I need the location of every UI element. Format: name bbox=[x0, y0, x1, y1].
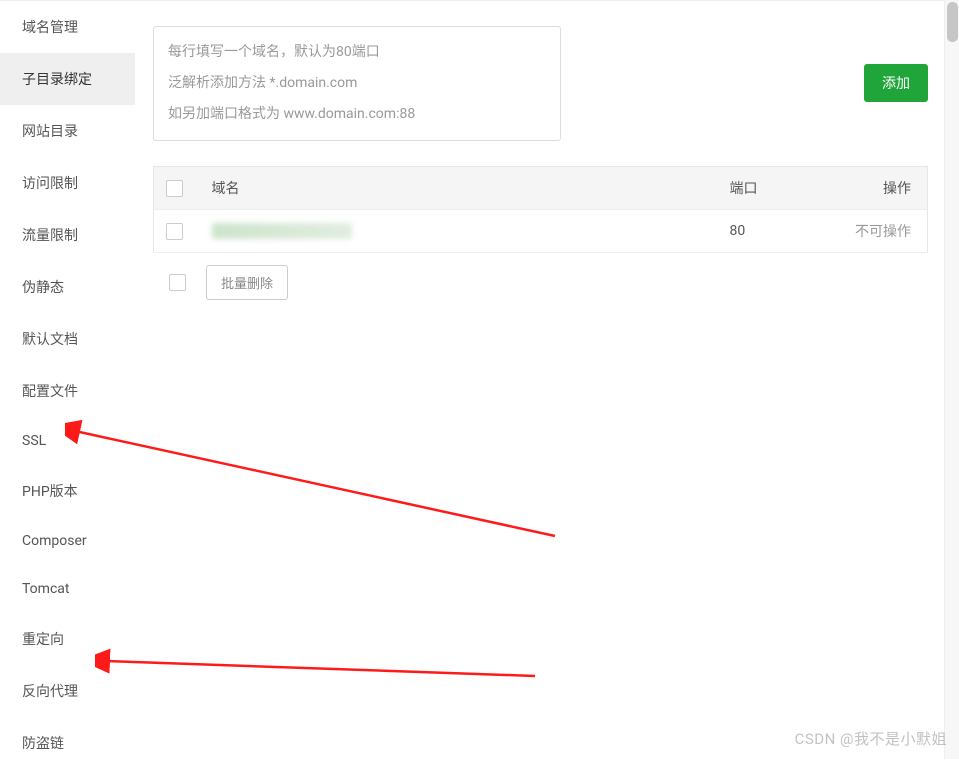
sidebar-item-composer[interactable]: Composer bbox=[0, 517, 135, 565]
domain-input[interactable] bbox=[153, 26, 561, 141]
domain-table: 域名 端口 操作 80 不可操作 bbox=[153, 166, 928, 253]
sidebar-item-anti-leech[interactable]: 防盗链 bbox=[0, 717, 135, 769]
table-row: 80 不可操作 bbox=[154, 210, 928, 253]
sidebar-item-subdir-bind[interactable]: 子目录绑定 bbox=[0, 53, 135, 105]
sidebar-item-label: 配置文件 bbox=[22, 384, 78, 400]
sidebar-item-access-limit[interactable]: 访问限制 bbox=[0, 157, 135, 209]
sidebar-item-pseudo-static[interactable]: 伪静态 bbox=[0, 261, 135, 313]
sidebar-item-php-version[interactable]: PHP版本 bbox=[0, 465, 135, 517]
sidebar-item-label: 重定向 bbox=[22, 632, 64, 648]
sidebar-item-label: 防盗链 bbox=[22, 736, 64, 752]
header-port: 端口 bbox=[718, 167, 828, 210]
sidebar: 域名管理 子目录绑定 网站目录 访问限制 流量限制 伪静态 默认文档 配置文件 … bbox=[0, 1, 135, 759]
sidebar-item-label: 流量限制 bbox=[22, 228, 78, 244]
row-checkbox[interactable] bbox=[166, 223, 183, 240]
sidebar-item-label: PHP版本 bbox=[22, 484, 78, 500]
vertical-scrollbar[interactable] bbox=[944, 0, 959, 759]
annotation-arrow-reverse-proxy bbox=[95, 641, 545, 701]
sidebar-item-default-doc[interactable]: 默认文档 bbox=[0, 313, 135, 365]
sidebar-item-traffic-limit[interactable]: 流量限制 bbox=[0, 209, 135, 261]
table-header-row: 域名 端口 操作 bbox=[154, 167, 928, 210]
sidebar-item-ssl[interactable]: SSL bbox=[0, 417, 135, 465]
sidebar-item-label: 访问限制 bbox=[22, 176, 78, 192]
header-domain: 域名 bbox=[200, 167, 718, 210]
port-value: 80 bbox=[718, 210, 828, 253]
sidebar-item-tomcat[interactable]: Tomcat bbox=[0, 565, 135, 613]
sidebar-item-redirect[interactable]: 重定向 bbox=[0, 613, 135, 665]
sidebar-item-label: 子目录绑定 bbox=[22, 72, 92, 88]
domain-value-redacted bbox=[212, 223, 352, 239]
watermark: CSDN @我不是小默姐 bbox=[795, 728, 947, 749]
batch-select-checkbox[interactable] bbox=[169, 274, 186, 291]
main-panel: 添加 域名 端口 操作 80 不可操作 bbox=[135, 1, 958, 759]
annotation-arrow-ssl bbox=[65, 401, 565, 551]
sidebar-item-site-dir[interactable]: 网站目录 bbox=[0, 105, 135, 157]
sidebar-item-label: 默认文档 bbox=[22, 332, 78, 348]
batch-actions: 批量删除 bbox=[153, 253, 928, 312]
sidebar-item-label: 域名管理 bbox=[22, 20, 78, 36]
add-button[interactable]: 添加 bbox=[864, 64, 928, 102]
sidebar-item-domain-manage[interactable]: 域名管理 bbox=[0, 1, 135, 53]
sidebar-item-label: SSL bbox=[22, 433, 46, 449]
sidebar-item-label: 伪静态 bbox=[22, 280, 64, 296]
sidebar-item-label: 反向代理 bbox=[22, 684, 78, 700]
batch-delete-button[interactable]: 批量删除 bbox=[206, 265, 288, 300]
sidebar-item-label: Composer bbox=[22, 533, 87, 549]
sidebar-item-config-file[interactable]: 配置文件 bbox=[0, 365, 135, 417]
add-domain-area: 添加 bbox=[153, 26, 928, 141]
sidebar-item-label: Tomcat bbox=[22, 581, 69, 597]
sidebar-item-label: 网站目录 bbox=[22, 124, 78, 140]
sidebar-item-reverse-proxy[interactable]: 反向代理 bbox=[0, 665, 135, 717]
action-disabled: 不可操作 bbox=[855, 224, 911, 240]
select-all-checkbox[interactable] bbox=[166, 180, 183, 197]
header-action: 操作 bbox=[828, 167, 928, 210]
scrollbar-thumb[interactable] bbox=[947, 2, 958, 42]
